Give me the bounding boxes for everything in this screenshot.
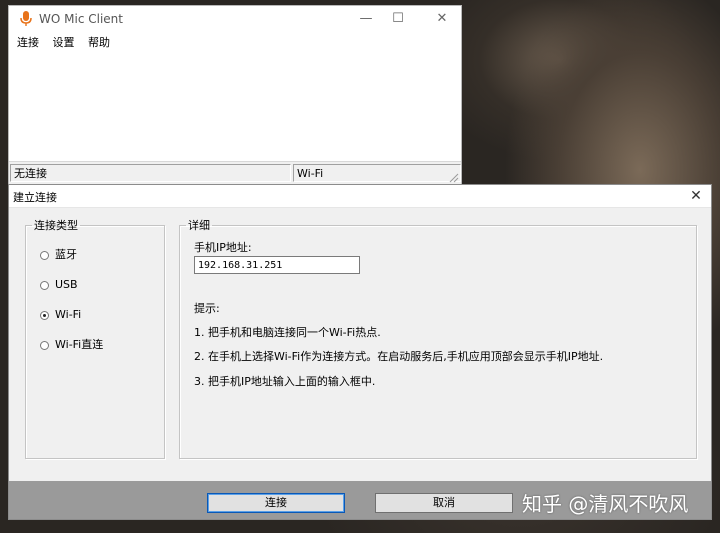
status-bar: 无连接 Wi-Fi xyxy=(9,161,461,185)
details-legend: 详细 xyxy=(188,219,210,232)
zhihu-watermark: 知乎 @清风不吹风 xyxy=(522,492,689,516)
ip-address-input[interactable] xyxy=(194,256,360,274)
radio-usb-indicator[interactable] xyxy=(40,280,49,290)
radio-bluetooth[interactable]: 蓝牙 xyxy=(40,247,77,263)
title-bar[interactable]: WO Mic Client — ☐ ✕ xyxy=(9,6,461,32)
minimize-button[interactable]: — xyxy=(351,9,381,29)
menu-bar: 连接 设置 帮助 xyxy=(9,34,112,52)
cancel-button[interactable]: 取消 xyxy=(375,493,513,513)
dialog-close-button[interactable]: ✕ xyxy=(687,187,705,205)
menu-help[interactable]: 帮助 xyxy=(88,34,110,50)
status-connection: 无连接 xyxy=(10,164,291,182)
radio-wifi-label: Wi-Fi xyxy=(55,308,82,321)
connect-button[interactable]: 连接 xyxy=(207,493,345,513)
window-title: WO Mic Client xyxy=(39,12,123,26)
menu-settings[interactable]: 设置 xyxy=(53,34,75,50)
status-transport: Wi-Fi xyxy=(293,164,461,182)
connection-type-legend: 连接类型 xyxy=(34,219,78,232)
dialog-title-bar[interactable]: 建立连接 ✕ xyxy=(9,185,711,208)
hint-line-3: 3. 把手机IP地址输入上面的输入框中. xyxy=(194,375,376,388)
wo-mic-main-window: WO Mic Client — ☐ ✕ 连接 设置 帮助 无连接 Wi-Fi xyxy=(8,5,462,185)
menu-connect[interactable]: 连接 xyxy=(17,34,39,50)
radio-wifi-indicator[interactable] xyxy=(40,310,49,320)
radio-bluetooth-label: 蓝牙 xyxy=(55,248,77,261)
hint-title: 提示: xyxy=(194,302,220,315)
hint-line-1: 1. 把手机和电脑连接同一个Wi-Fi热点. xyxy=(194,326,381,339)
connect-dialog: 建立连接 ✕ 连接类型 蓝牙 USB Wi-Fi Wi-Fi直连 详细 手机IP… xyxy=(8,184,712,520)
maximize-button[interactable]: ☐ xyxy=(383,9,413,29)
connection-type-group: 连接类型 蓝牙 USB Wi-Fi Wi-Fi直连 xyxy=(25,217,165,459)
close-button[interactable]: ✕ xyxy=(427,9,457,29)
microphone-icon xyxy=(20,11,32,26)
dialog-title: 建立连接 xyxy=(13,191,57,204)
radio-wifi-direct-indicator[interactable] xyxy=(40,340,49,350)
ip-label: 手机IP地址: xyxy=(194,241,252,254)
radio-wifi[interactable]: Wi-Fi xyxy=(40,307,81,323)
radio-usb[interactable]: USB xyxy=(40,277,78,293)
resize-grip-icon[interactable] xyxy=(447,171,459,183)
radio-wifi-direct[interactable]: Wi-Fi直连 xyxy=(40,337,103,353)
radio-bluetooth-indicator[interactable] xyxy=(40,250,49,260)
radio-usb-label: USB xyxy=(55,278,78,291)
hint-line-2: 2. 在手机上选择Wi-Fi作为连接方式。在启动服务后,手机应用顶部会显示手机I… xyxy=(194,350,604,363)
radio-wifi-direct-label: Wi-Fi直连 xyxy=(55,338,104,351)
